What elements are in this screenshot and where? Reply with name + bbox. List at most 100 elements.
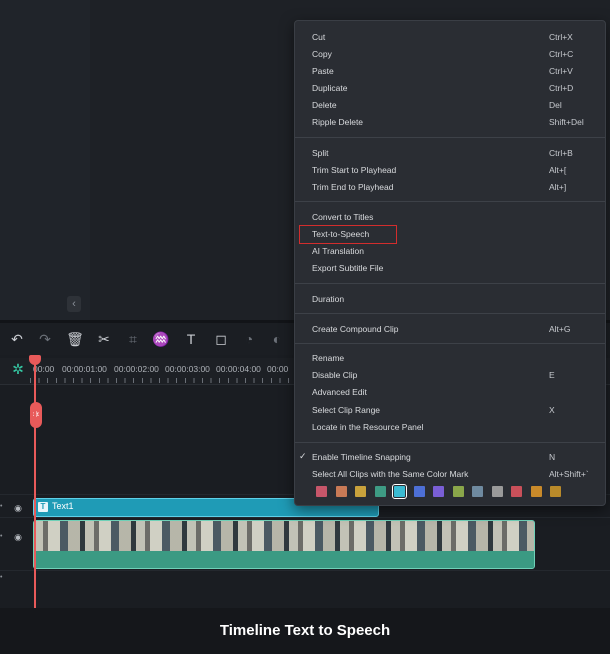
crop-icon[interactable]: ⌗ [124, 330, 142, 348]
color-mark-swatch[interactable] [392, 484, 407, 499]
menu-item-label: Copy [312, 49, 332, 59]
menu-item-enable-snapping[interactable]: ✓ Enable Timeline Snapping N [295, 449, 605, 466]
context-menu: Cut Ctrl+X Copy Ctrl+C Paste Ctrl+V Dupl… [294, 20, 606, 506]
menu-item-shortcut: E [549, 370, 555, 380]
menu-item-shortcut: Shift+Del [549, 117, 584, 127]
lock-icon[interactable]: • [0, 574, 6, 581]
menu-item-ripple-delete[interactable]: Ripple Delete Shift+Del [295, 114, 605, 131]
speed-icon[interactable]: ◔ [240, 330, 258, 348]
menu-item-select-same-color[interactable]: Select All Clips with the Same Color Mar… [295, 466, 605, 483]
menu-item-split[interactable]: Split Ctrl+B [295, 145, 605, 162]
menu-item-label: Split [312, 148, 329, 158]
menu-item-copy[interactable]: Copy Ctrl+C [295, 46, 605, 63]
lock-icon[interactable]: • [0, 533, 6, 540]
menu-item-shortcut: Alt+G [549, 324, 571, 334]
ruler-time-label: 00:00:01:00 [62, 364, 107, 374]
color-mark-swatch[interactable] [374, 486, 386, 497]
snap-icon[interactable]: ✲ [10, 361, 26, 377]
menu-separator [295, 283, 605, 284]
track-separator [0, 570, 610, 571]
video-clip[interactable] [33, 520, 535, 569]
menu-item-label: Paste [312, 66, 334, 76]
menu-separator [295, 201, 605, 202]
highlight-box [299, 225, 397, 244]
menu-item-label: Disable Clip [312, 370, 358, 380]
menu-item-shortcut: Ctrl+X [549, 32, 573, 42]
menu-separator [295, 313, 605, 314]
eye-icon[interactable]: ◉ [12, 532, 24, 542]
color-mark-swatch[interactable] [530, 486, 542, 497]
menu-item-label: Select Clip Range [312, 405, 381, 415]
menu-item-shortcut: Alt+[ [549, 165, 567, 175]
ruler-time-label: 00:00:04:00 [216, 364, 261, 374]
color-mark-swatch[interactable] [472, 486, 483, 497]
menu-item-ai-translation[interactable]: AI Translation [295, 243, 605, 260]
marker[interactable]: ✲ [30, 402, 42, 428]
menu-item-trim-end[interactable]: Trim End to Playhead Alt+] [295, 179, 605, 196]
menu-item-label: Rename [312, 353, 345, 363]
menu-item-label: Advanced Edit [312, 387, 367, 397]
cut-icon[interactable]: ✂ [95, 330, 113, 348]
menu-item-convert-to-titles[interactable]: Convert to Titles [295, 209, 605, 226]
menu-item-label: Ripple Delete [312, 117, 364, 127]
video-thumbnails [34, 521, 534, 551]
menu-item-duplicate[interactable]: Duplicate Ctrl+D [295, 80, 605, 97]
menu-separator [295, 137, 605, 138]
ruler-time-label: 00:00 [33, 364, 55, 374]
menu-item-shortcut: Del [549, 100, 562, 110]
text-icon[interactable]: T [182, 330, 200, 348]
menu-item-shortcut: Ctrl+C [549, 49, 574, 59]
menu-separator [295, 442, 605, 443]
menu-item-label: Enable Timeline Snapping [312, 452, 411, 462]
title-clip-icon: T [38, 502, 48, 512]
menu-item-locate-resource[interactable]: Locate in the Resource Panel [295, 419, 605, 436]
menu-item-label: Delete [312, 100, 337, 110]
redo-icon[interactable]: ↷ [36, 330, 54, 348]
menu-item-shortcut: Ctrl+V [549, 66, 573, 76]
color-mark-swatch[interactable] [491, 486, 503, 497]
color-mark-swatch[interactable] [452, 486, 464, 497]
color-mark-swatch[interactable] [413, 486, 425, 497]
delete-icon[interactable]: 🗑 [66, 330, 84, 348]
ruler-time-label: 00:00 [267, 364, 289, 374]
shape-icon[interactable]: ◻ [212, 330, 230, 348]
color-mark-swatch[interactable] [433, 486, 444, 497]
menu-item-label: Cut [312, 32, 326, 42]
menu-item-duration[interactable]: Duration [295, 291, 605, 308]
color-mark-swatch[interactable] [335, 486, 347, 497]
menu-item-paste[interactable]: Paste Ctrl+V [295, 63, 605, 80]
color-icon[interactable]: ◐ [268, 330, 286, 348]
menu-item-delete[interactable]: Delete Del [295, 97, 605, 114]
collapse-panel-button[interactable]: ‹ [67, 296, 81, 312]
menu-item-label: AI Translation [312, 246, 364, 256]
ruler-ticks [30, 378, 300, 383]
color-mark-swatch[interactable] [316, 486, 327, 497]
menu-item-rename[interactable]: Rename [295, 350, 605, 367]
lock-icon[interactable]: • [0, 503, 6, 510]
menu-item-cut[interactable]: Cut Ctrl+X [295, 29, 605, 46]
menu-item-label: Trim Start to Playhead [312, 165, 397, 175]
color-mark-swatch[interactable] [511, 486, 522, 497]
color-mark-swatch[interactable] [550, 486, 561, 497]
ruler-time-label: 00:00:02:00 [114, 364, 159, 374]
color-mark-swatch[interactable] [355, 486, 366, 497]
menu-item-disable-clip[interactable]: Disable Clip E [295, 367, 605, 384]
menu-item-trim-start[interactable]: Trim Start to Playhead Alt+[ [295, 162, 605, 179]
menu-item-create-compound-clip[interactable]: Create Compound Clip Alt+G [295, 321, 605, 338]
ruler-time-label: 00:00:03:00 [165, 364, 210, 374]
left-panel [0, 0, 90, 320]
audio-icon[interactable]: ♒ [152, 330, 170, 348]
menu-item-advanced-edit[interactable]: Advanced Edit [295, 384, 605, 401]
menu-item-label: Trim End to Playhead [312, 182, 394, 192]
eye-icon[interactable]: ◉ [12, 503, 24, 513]
menu-item-label: Duration [312, 294, 345, 304]
menu-item-shortcut: Ctrl+D [549, 83, 574, 93]
menu-item-label: Duplicate [312, 83, 348, 93]
menu-item-export-subtitle[interactable]: Export Subtitle File [295, 260, 605, 277]
undo-icon[interactable]: ↶ [8, 330, 26, 348]
menu-item-shortcut: N [549, 452, 556, 462]
menu-item-shortcut: Alt+] [549, 182, 567, 192]
menu-item-shortcut: Alt+Shift+` [549, 469, 589, 479]
checkmark-icon: ✓ [299, 451, 307, 461]
menu-item-select-clip-range[interactable]: Select Clip Range X [295, 402, 605, 419]
